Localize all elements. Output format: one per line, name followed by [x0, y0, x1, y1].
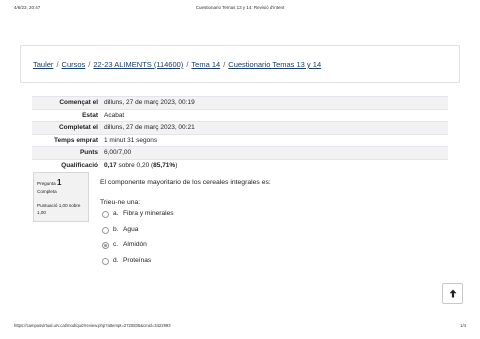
radio-button-selected[interactable]: [102, 242, 109, 249]
breadcrumb-separator: /: [223, 60, 226, 69]
breadcrumb-link-quiz[interactable]: Cuestionario Temas 13 y 14: [228, 60, 321, 69]
radio-button[interactable]: [102, 211, 109, 218]
print-footer: https://campusvirtual.urv.cat/mod/quiz/r…: [0, 323, 480, 331]
option-letter: c.: [113, 241, 119, 248]
breadcrumb-separator: /: [56, 60, 59, 69]
summary-key: Completat el: [32, 121, 104, 134]
radio-button[interactable]: [102, 227, 109, 234]
summary-value: Acabat: [104, 108, 448, 122]
answer-option-c[interactable]: c. Almidón: [102, 241, 222, 251]
summary-value: 6,00/7,00: [104, 146, 448, 159]
answer-option-a[interactable]: a. Fibra y minerales: [102, 210, 222, 220]
grade-value: 0,17: [104, 161, 117, 169]
option-text: Almidón: [123, 241, 147, 248]
summary-value: 0,17 sobre 0,20 (85,71%): [104, 158, 448, 171]
breadcrumb-link-course[interactable]: 22-23 ALIMENTS (114600): [93, 60, 183, 69]
summary-row-completed: Completat el dilluns, 27 de març 2023, 0…: [32, 121, 448, 134]
back-to-top-button[interactable]: [442, 283, 463, 304]
arrow-up-icon: [449, 289, 456, 298]
breadcrumb-separator: /: [186, 60, 189, 69]
question-number-value: 1: [56, 178, 62, 187]
summary-key: Estat: [32, 108, 104, 122]
question-prefix: Pregunta: [37, 181, 56, 186]
question-info-box: Pregunta 1 Completa Puntuació 1,00 sobre…: [33, 172, 89, 222]
summary-key: Qualificació: [32, 158, 104, 171]
summary-row-points: Punts 6,00/7,00: [32, 146, 448, 159]
question-text: El componente mayoritario de los cereale…: [100, 179, 271, 186]
print-page-number: 1/4: [460, 323, 466, 328]
navigation-box: Tauler / Cursos/22-23 ALIMENTS (114600) / Te…: [20, 45, 460, 83]
grade-close: ): [175, 161, 178, 169]
grade-percent: 85,71%: [153, 161, 176, 169]
question-state: Completa: [37, 189, 57, 194]
summary-row-state: Estat Acabat: [32, 108, 448, 122]
summary-row-started: Començat el dilluns, 27 de març 2023, 00…: [32, 96, 448, 109]
breadcrumb-link-tema[interactable]: Tema 14: [191, 60, 220, 69]
breadcrumb-link-cursos[interactable]: Cursos: [62, 60, 86, 69]
summary-key: Començat el: [32, 96, 104, 109]
summary-key: Punts: [32, 146, 104, 159]
option-letter: b.: [113, 226, 119, 233]
summary-key: Temps emprat: [32, 133, 104, 147]
answer-option-b[interactable]: b. Agua: [102, 226, 222, 236]
print-title: Cuestionario Temas 13 y 14: Revisió d'in…: [195, 5, 285, 10]
summary-value: dilluns, 27 de març 2023, 00:21: [104, 121, 448, 134]
option-letter: d.: [113, 257, 119, 264]
question-grade: Puntuació 1,00 sobre 1,00: [37, 203, 81, 215]
attempt-summary-table: Començat el dilluns, 27 de març 2023, 00…: [32, 96, 448, 171]
question-number: Pregunta 1: [37, 178, 61, 187]
breadcrumb-separator: /: [88, 60, 91, 69]
summary-row-time: Temps emprat 1 minut 31 segons: [32, 133, 448, 147]
option-text: Agua: [123, 226, 139, 233]
summary-row-grade: Qualificació 0,17 sobre 0,20 (85,71%): [32, 158, 448, 171]
breadcrumb: Tauler / Cursos/22-23 ALIMENTS (114600) / Te…: [33, 60, 321, 69]
option-text: Proteínas: [123, 257, 152, 264]
print-header: 4/6/23, 20:47 Cuestionario Temas 13 y 14…: [0, 5, 480, 15]
option-letter: a.: [113, 210, 119, 217]
summary-value: 1 minut 31 segons: [104, 133, 448, 147]
answer-option-d[interactable]: d. Proteínas: [102, 257, 222, 267]
option-text: Fibra y minerales: [123, 210, 174, 217]
breadcrumb-link-tauler[interactable]: Tauler: [33, 60, 53, 69]
radio-button[interactable]: [102, 258, 109, 265]
answer-prompt: Trieu-ne una:: [100, 199, 141, 206]
print-url: https://campusvirtual.urv.cat/mod/quiz/r…: [14, 323, 171, 328]
summary-value: dilluns, 27 de març 2023, 00:19: [104, 96, 448, 109]
grade-scale: sobre 0,20 (: [116, 161, 154, 169]
